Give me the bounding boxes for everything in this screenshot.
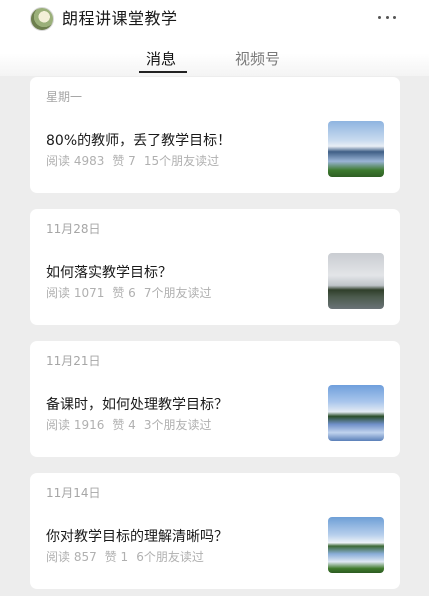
article-stats: 阅读 4983 赞 7 15个朋友读过 <box>46 153 227 169</box>
friends-read: 15个朋友读过 <box>143 154 220 168</box>
article-title[interactable]: 备课时，如何处理教学目标？ <box>46 395 228 415</box>
like-count: 赞 1 <box>104 550 129 564</box>
article-thumbnail[interactable] <box>328 385 384 441</box>
article-thumbnail[interactable] <box>328 121 384 177</box>
like-count: 赞 6 <box>112 286 136 300</box>
article-card[interactable]: 11月28日 如何落实教学目标？ 阅读 1071 赞 6 7个朋友读过 <box>30 209 400 325</box>
article-stats: 阅读 1916 赞 4 3个朋友读过 <box>46 417 219 433</box>
dot <box>378 16 381 19</box>
article-title[interactable]: 如何落实教学目标？ <box>46 263 172 283</box>
article-title[interactable]: 你对教学目标的理解清晰吗？ <box>46 527 228 547</box>
article-date: 11月28日 <box>46 222 101 236</box>
account-avatar[interactable] <box>30 7 54 31</box>
read-count: 阅读 1071 <box>46 286 105 300</box>
dot <box>385 16 389 19</box>
article-stats: 阅读 1071 赞 6 7个朋友读过 <box>46 285 219 301</box>
active-tab-indicator <box>139 71 187 73</box>
friends-read: 6个朋友读过 <box>136 550 204 564</box>
like-count: 赞 7 <box>112 154 136 168</box>
friends-read: 3个朋友读过 <box>143 418 212 432</box>
tab-messages[interactable]: 消息 <box>146 48 176 70</box>
article-date: 星期一 <box>46 90 83 104</box>
article-date: 11月14日 <box>46 486 101 500</box>
read-count: 阅读 857 <box>46 550 97 564</box>
read-count: 阅读 4983 <box>46 154 105 168</box>
article-title[interactable]: 80%的教师，丢了教学目标！ <box>46 131 231 151</box>
dot <box>393 16 396 19</box>
friends-read: 7个朋友读过 <box>143 286 212 300</box>
article-card[interactable]: 11月14日 你对教学目标的理解清晰吗？ 阅读 857 赞 1 6个朋友读过 <box>30 473 400 589</box>
article-thumbnail[interactable] <box>328 517 384 573</box>
article-card[interactable]: 星期一 80%的教师，丢了教学目标！ 阅读 4983 赞 7 15个朋友读过 <box>30 77 400 193</box>
article-card[interactable]: 11月21日 备课时，如何处理教学目标？ 阅读 1916 赞 4 3个朋友读过 <box>30 341 400 457</box>
header-bar: 朗程讲课堂教学 消息 视频号 <box>0 0 429 76</box>
read-count: 阅读 1916 <box>46 418 105 432</box>
account-name[interactable]: 朗程讲课堂教学 <box>62 8 178 30</box>
tab-channels[interactable]: 视频号 <box>235 48 280 70</box>
article-stats: 阅读 857 赞 1 6个朋友读过 <box>46 549 212 565</box>
like-count: 赞 4 <box>112 418 136 432</box>
article-thumbnail[interactable] <box>328 253 384 309</box>
article-date: 11月21日 <box>46 354 101 368</box>
more-dots-icon[interactable] <box>378 16 396 20</box>
